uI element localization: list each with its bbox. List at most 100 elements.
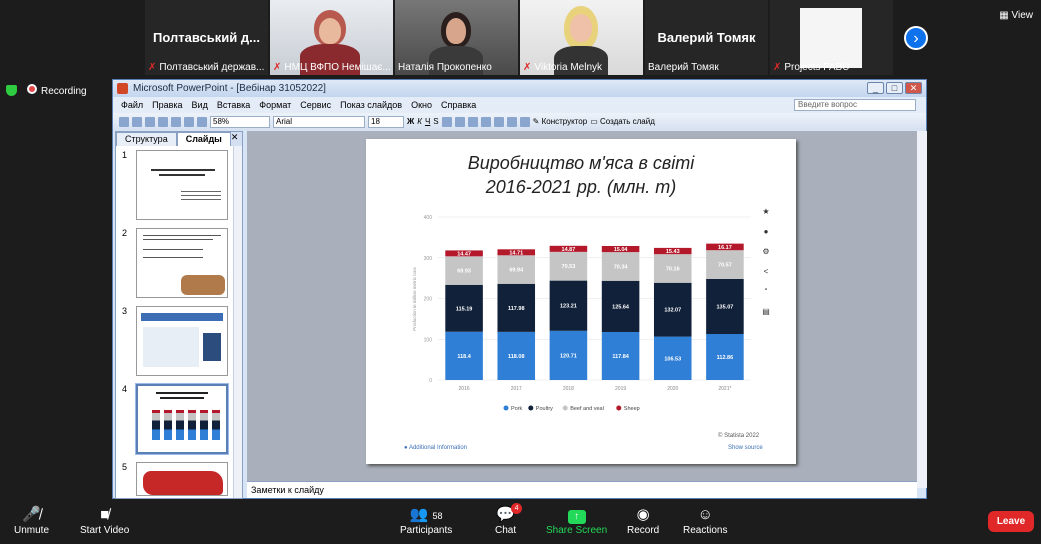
design-icon: ✎ (532, 117, 542, 126)
minimize-button[interactable]: _ (867, 82, 884, 94)
leave-button[interactable]: Leave (988, 511, 1034, 532)
star-icon[interactable]: ★ (761, 207, 771, 217)
ppt-titlebar: Microsoft PowerPoint - [Вебінар 31052022… (113, 80, 926, 97)
reactions-button[interactable]: ☺ Reactions (683, 505, 727, 536)
print-icon[interactable] (158, 116, 168, 127)
additional-info-link[interactable]: Additional Information (409, 445, 467, 451)
data-label: 14.47 (457, 251, 471, 257)
participant-tile[interactable]: ✗ Viktoria Melnyk (520, 0, 643, 75)
data-label: 106.53 (664, 356, 681, 362)
slides-pane-scrollbar[interactable] (233, 146, 242, 498)
view-button[interactable]: ▦ View (999, 10, 1033, 21)
menu-bar: Файл Правка Вид Вставка Формат Сервис По… (113, 97, 926, 113)
open-icon[interactable] (132, 116, 142, 127)
maximize-button[interactable]: □ (886, 82, 903, 94)
menu-item-insert[interactable]: Вставка (217, 100, 250, 110)
underline-button[interactable]: Ч (425, 117, 430, 126)
font-select[interactable]: Arial (273, 115, 365, 128)
share-icon[interactable]: < (761, 267, 771, 277)
align-center-icon[interactable] (454, 116, 465, 127)
font-color-icon[interactable] (519, 116, 530, 127)
insert-chart-icon[interactable] (184, 116, 194, 127)
data-label: 69.93 (457, 269, 471, 275)
menu-item-help[interactable]: Справка (441, 100, 476, 110)
new-icon[interactable] (119, 116, 129, 127)
designer-button[interactable]: ✎ Конструктор (533, 117, 588, 126)
participant-tile[interactable]: ✗ НМЦ ВФПО Немішає... (270, 0, 393, 75)
share-screen-button[interactable]: ↑ Share Screen (546, 505, 607, 536)
bold-button[interactable]: Ж (407, 117, 414, 126)
participant-tile-active-speaker[interactable]: Наталія Прокопенко (395, 0, 518, 75)
close-pane-icon[interactable]: ✕ (231, 132, 243, 146)
start-video-button[interactable]: ■̸ Start Video (80, 505, 129, 536)
x-tick-label: 2019 (615, 386, 626, 392)
align-left-icon[interactable] (441, 116, 452, 127)
print-icon[interactable]: ▤ (761, 307, 771, 317)
bell-icon[interactable]: ● (761, 227, 771, 237)
recording-label: Recording (41, 86, 87, 97)
slide-thumbnail[interactable]: 3 (116, 302, 242, 380)
data-label: 118.08 (508, 354, 525, 360)
data-label: 132.07 (664, 308, 681, 314)
chat-button[interactable]: 💬 4 Chat (495, 503, 523, 536)
menu-item-tools[interactable]: Сервис (300, 100, 331, 110)
menu-item-window[interactable]: Окно (411, 100, 432, 110)
next-participants-button[interactable]: › (904, 26, 928, 50)
undo-icon[interactable] (171, 116, 181, 127)
record-button[interactable]: ◉ Record (627, 505, 659, 536)
gear-icon[interactable]: ⚙ (761, 247, 771, 257)
bullets-icon[interactable] (493, 116, 504, 127)
slide-thumbnail[interactable]: 5 (116, 458, 242, 498)
zoom-window: Полтавський д... ✗ Полтавський держав... … (0, 0, 1041, 544)
slide-thumbnail[interactable]: 2 (116, 224, 242, 302)
zoom-select[interactable]: 58% (210, 115, 270, 128)
align-right-icon[interactable] (467, 116, 478, 127)
quote-icon[interactable]: “ (761, 287, 771, 297)
data-label: 120.71 (560, 353, 577, 359)
unmute-button[interactable]: 🎤̸ Unmute (14, 505, 49, 536)
ask-question-input[interactable]: Введите вопрос (794, 99, 916, 111)
y-tick-label: 100 (424, 337, 433, 343)
data-label: 125.64 (612, 304, 630, 310)
statista-credit: © Statista 2022 (718, 433, 760, 439)
x-tick-label: 2016 (459, 386, 470, 392)
new-slide-button[interactable]: ▭ Создать слайд (590, 117, 655, 126)
slide-thumbnail[interactable]: 1 (116, 146, 242, 224)
insert-table-icon[interactable] (197, 116, 207, 127)
menu-item-format[interactable]: Формат (259, 100, 291, 110)
numbering-icon[interactable] (506, 116, 517, 127)
menu-item-slideshow[interactable]: Показ слайдов (340, 100, 402, 110)
tab-outline[interactable]: Структура (116, 132, 177, 146)
data-label: 123.21 (560, 304, 577, 310)
participant-tile[interactable]: Полтавський д... ✗ Полтавський держав... (145, 0, 268, 75)
slide-thumbnail-selected[interactable]: 4 (116, 380, 242, 458)
slide-canvas[interactable]: Виробництво м'яса в світі 2016-2021 рр. … (366, 139, 796, 464)
participant-tile[interactable]: Валерий Томяк Валерий Томяк (645, 0, 768, 75)
participant-label: Projects FABU (784, 62, 850, 73)
notes-pane[interactable]: Заметки к слайду (247, 481, 917, 498)
justify-icon[interactable] (480, 116, 491, 127)
participants-button[interactable]: 👥 58 Participants (400, 505, 452, 536)
window-title: Microsoft PowerPoint - [Вебінар 31052022… (133, 83, 326, 94)
show-source-link[interactable]: Show source (728, 445, 763, 451)
legend-label: Sheep (624, 406, 640, 412)
participant-tile[interactable]: ✗ Projects FABU (770, 0, 893, 75)
participant-label: НМЦ ВФПО Немішає... (284, 62, 391, 73)
new-slide-icon: ▭ (590, 117, 600, 126)
menu-item-file[interactable]: Файл (121, 100, 143, 110)
mic-muted-icon: ✗ (773, 62, 782, 73)
italic-button[interactable]: К (417, 117, 422, 126)
close-button[interactable]: ✕ (905, 82, 922, 94)
tab-slides[interactable]: Слайды (176, 132, 231, 146)
menu-item-view[interactable]: Вид (192, 100, 208, 110)
menu-item-edit[interactable]: Правка (152, 100, 182, 110)
data-label: 15.43 (666, 249, 680, 255)
editor-scrollbar[interactable] (917, 131, 927, 488)
save-icon[interactable] (145, 116, 155, 127)
font-size-select[interactable]: 18 (368, 115, 404, 128)
y-tick-label: 200 (424, 297, 433, 303)
legend-marker (528, 405, 534, 411)
formatting-toolbar: 58% Arial 18 Ж К Ч S ✎ Конструктор ▭ Соз… (113, 113, 926, 130)
data-label: 70.34 (614, 264, 629, 270)
shadow-button[interactable]: S (433, 117, 438, 126)
